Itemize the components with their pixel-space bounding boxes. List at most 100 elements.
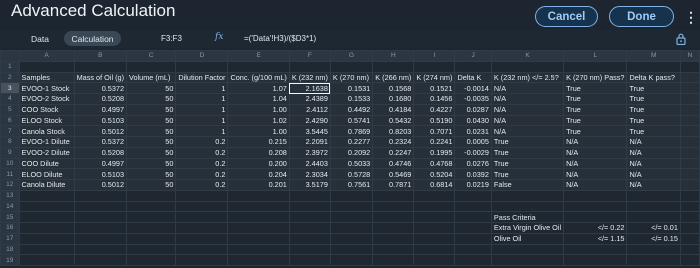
cell-d5[interactable]: 1 [175, 103, 229, 116]
cell-j14[interactable] [454, 200, 492, 213]
column-header-b[interactable]: B [73, 50, 128, 62]
cell-k1[interactable] [490, 60, 565, 73]
row-header[interactable]: 18 [0, 243, 20, 256]
cell-b11[interactable]: 0.5103 [73, 168, 128, 180]
cell-f13[interactable] [288, 189, 331, 202]
cell-m12[interactable]: N/A [626, 179, 681, 191]
cell-l13[interactable] [563, 189, 628, 202]
cell-h3[interactable]: 0.1568 [372, 82, 415, 94]
cell-g19[interactable] [329, 254, 374, 266]
cell-h4[interactable]: 0.1680 [372, 93, 415, 105]
cell-e14[interactable] [227, 200, 290, 213]
cell-m6[interactable]: True [626, 114, 681, 127]
row-header[interactable]: 8 [0, 136, 20, 148]
cell-k4[interactable]: N/A [490, 93, 565, 105]
cell-n15[interactable] [679, 211, 700, 223]
cell-l4[interactable]: True [563, 93, 628, 105]
row-header[interactable]: 12 [0, 179, 20, 191]
row-header[interactable]: 5 [0, 103, 20, 116]
cell-a7[interactable]: Canola Stock [18, 125, 75, 137]
cell-c15[interactable] [126, 211, 177, 223]
cell-l3[interactable]: True [563, 82, 628, 94]
cell-b13[interactable] [73, 189, 128, 202]
cell-i18[interactable] [413, 243, 456, 256]
cell-i1[interactable] [413, 60, 456, 73]
cell-j15[interactable] [454, 211, 492, 223]
cell-d17[interactable] [175, 232, 229, 245]
cell-c9[interactable]: 50 [126, 146, 177, 159]
row-header[interactable]: 17 [0, 232, 20, 245]
cell-j10[interactable]: 0.0276 [454, 157, 492, 170]
row-header[interactable]: 9 [0, 146, 20, 159]
cell-a15[interactable] [18, 211, 75, 223]
column-header-m[interactable]: M [626, 50, 681, 62]
cell-n12[interactable] [679, 179, 700, 191]
cell-c16[interactable] [126, 222, 177, 234]
cell-n19[interactable] [679, 254, 700, 266]
row-header[interactable]: 1 [0, 60, 20, 73]
row-header[interactable]: 14 [0, 200, 20, 213]
cell-j2[interactable]: Delta K [454, 71, 492, 84]
cell-b2[interactable]: Mass of Oil (g) [73, 71, 128, 84]
cell-j5[interactable]: 0.0287 [454, 103, 492, 116]
cell-f15[interactable] [288, 211, 331, 223]
cell-b7[interactable]: 0.5012 [73, 125, 128, 137]
cell-l12[interactable]: N/A [563, 179, 628, 191]
cell-m1[interactable] [626, 60, 681, 73]
cell-n7[interactable] [679, 125, 700, 137]
cell-h15[interactable] [372, 211, 415, 223]
column-header-k[interactable]: K [490, 50, 565, 62]
cell-i15[interactable] [413, 211, 456, 223]
cell-n17[interactable] [679, 232, 700, 245]
cell-i12[interactable]: 0.6814 [413, 179, 456, 191]
row-header[interactable]: 11 [0, 168, 20, 180]
cell-i7[interactable]: 0.7071 [413, 125, 456, 137]
cell-i13[interactable] [413, 189, 456, 202]
cell-l17[interactable]: </= 1.15 [563, 232, 628, 245]
cell-k11[interactable]: True [490, 168, 565, 180]
cell-e16[interactable] [227, 222, 290, 234]
cell-m5[interactable]: True [626, 103, 681, 116]
tab-calculation[interactable]: Calculation [64, 31, 121, 46]
cell-e9[interactable]: 0.208 [227, 146, 290, 159]
cell-m13[interactable] [626, 189, 681, 202]
cell-d15[interactable] [175, 211, 229, 223]
cell-c12[interactable]: 50 [126, 179, 177, 191]
cell-e6[interactable]: 1.02 [227, 114, 290, 127]
cell-g8[interactable]: 0.2277 [329, 136, 374, 148]
cell-h14[interactable] [372, 200, 415, 213]
cell-g6[interactable]: 0.5741 [329, 114, 374, 127]
cell-i19[interactable] [413, 254, 456, 266]
row-header[interactable]: 7 [0, 125, 20, 137]
cell-g14[interactable] [329, 200, 374, 213]
cell-c14[interactable] [126, 200, 177, 213]
tab-data[interactable]: Data [22, 31, 58, 46]
cell-i8[interactable]: 0.2241 [413, 136, 456, 148]
cell-e17[interactable] [227, 232, 290, 245]
cell-h7[interactable]: 0.8203 [372, 125, 415, 137]
cell-d12[interactable]: 0.2 [175, 179, 229, 191]
cell-d14[interactable] [175, 200, 229, 213]
cell-j17[interactable] [454, 232, 492, 245]
cell-h5[interactable]: 0.4184 [372, 103, 415, 116]
cell-c1[interactable] [126, 60, 177, 73]
row-header[interactable]: 19 [0, 254, 20, 266]
cell-j3[interactable]: -0.0014 [454, 82, 492, 94]
cell-f17[interactable] [288, 232, 331, 245]
cell-h2[interactable]: K (266 nm) [372, 71, 415, 84]
cell-h13[interactable] [372, 189, 415, 202]
cell-g4[interactable]: 0.1533 [329, 93, 374, 105]
cell-b3[interactable]: 0.5372 [73, 82, 128, 94]
cell-reference[interactable]: F3:F3 [161, 34, 182, 43]
cell-e5[interactable]: 1.00 [227, 103, 290, 116]
cell-m7[interactable]: True [626, 125, 681, 137]
cell-e3[interactable]: 1.07 [227, 82, 290, 94]
cell-f16[interactable] [288, 222, 331, 234]
cell-l9[interactable]: N/A [563, 146, 628, 159]
cell-b12[interactable]: 0.5012 [73, 179, 128, 191]
row-header[interactable]: 13 [0, 189, 20, 202]
cell-h19[interactable] [372, 254, 415, 266]
cell-m8[interactable]: N/A [626, 136, 681, 148]
cell-l6[interactable]: True [563, 114, 628, 127]
cell-m2[interactable]: Delta K pass? [626, 71, 681, 84]
